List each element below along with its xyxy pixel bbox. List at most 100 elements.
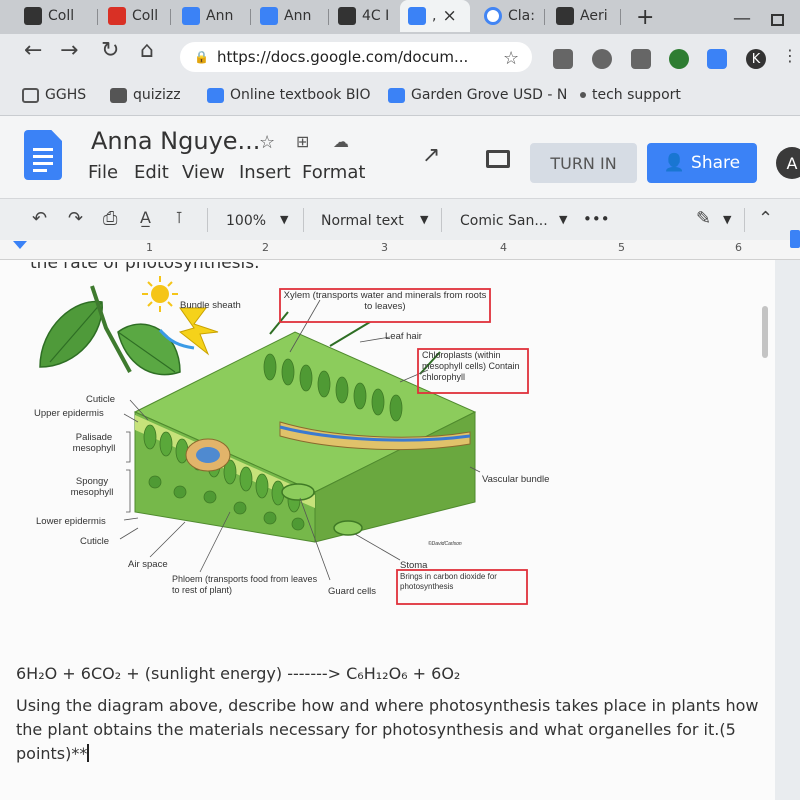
share-button[interactable]: 👤 Share: [647, 143, 757, 183]
activity-trend-icon[interactable]: ↗: [422, 143, 440, 168]
question-paragraph[interactable]: Using the diagram above, describe how an…: [16, 694, 766, 766]
label-carbon-dioxide: Brings in carbon dioxide for photosynthe…: [400, 572, 497, 591]
tab-divider: [250, 9, 251, 25]
extension-icon[interactable]: [707, 49, 727, 69]
tab-close-icon[interactable]: ×: [442, 6, 456, 26]
reload-icon[interactable]: ↻: [101, 38, 119, 63]
cloud-icon: [388, 87, 405, 103]
extension-icon[interactable]: [592, 49, 612, 69]
forward-icon[interactable]: →: [60, 38, 78, 63]
tab-favicon-icon: [108, 7, 126, 25]
chevron-down-icon[interactable]: ▼: [280, 213, 288, 226]
redo-icon[interactable]: ↷: [68, 208, 83, 229]
label-xylem: Xylem (transports water and minerals fro…: [284, 290, 487, 312]
print-icon[interactable]: ⎙: [103, 208, 117, 229]
ruler-number: 5: [618, 241, 625, 254]
pencil-edit-icon[interactable]: ✎: [696, 208, 711, 229]
bookmark-label: tech support: [592, 87, 681, 103]
spellcheck-icon[interactable]: A̲: [140, 208, 151, 227]
browser-tab-strip: Coll Coll Ann Ann 4C I , × Cla: Aeri + —: [0, 0, 800, 34]
tab-favicon-icon: [24, 7, 42, 25]
tab-label: Coll: [132, 8, 159, 24]
undo-icon[interactable]: ↶: [32, 208, 47, 229]
browser-tab[interactable]: Cla:: [476, 0, 540, 32]
ruler-number: 3: [381, 241, 388, 254]
person-icon: 👤: [663, 153, 686, 173]
back-icon[interactable]: ←: [24, 38, 42, 63]
bookmark-star-icon[interactable]: ☆: [503, 48, 519, 69]
menu-insert[interactable]: Insert: [239, 162, 291, 183]
docs-favicon-icon: [408, 7, 426, 25]
bookmark-label: Garden Grove USD - N: [411, 87, 568, 103]
menu-view[interactable]: View: [182, 162, 225, 183]
browser-tab-active[interactable]: , ×: [400, 0, 470, 32]
extension-icon[interactable]: [631, 49, 651, 69]
extension-icon[interactable]: [669, 49, 689, 69]
user-avatar[interactable]: A: [776, 147, 800, 179]
bookmark-label: quizizz: [133, 87, 181, 103]
paragraph-style-select[interactable]: Normal text: [321, 213, 404, 229]
home-icon[interactable]: ⌂: [140, 38, 154, 63]
label-leaf-hair: Leaf hair: [385, 331, 422, 342]
chevron-down-icon[interactable]: ▼: [559, 213, 567, 226]
toolbar-divider: [303, 208, 304, 232]
scrollbar-track[interactable]: [775, 260, 800, 800]
bookmark-label: GGHS: [45, 87, 87, 103]
label-vascular-bundle: Vascular bundle: [482, 474, 549, 485]
label-upper-epidermis: Upper epidermis: [34, 408, 104, 419]
tab-label: Ann: [206, 8, 234, 24]
collapse-icon[interactable]: ⌃: [758, 208, 773, 229]
scrollbar-thumb[interactable]: [762, 306, 768, 358]
menu-edit[interactable]: Edit: [134, 162, 169, 183]
browser-tab[interactable]: Aeri: [548, 0, 618, 32]
paint-format-icon[interactable]: ⊺: [175, 208, 183, 227]
star-icon[interactable]: ☆: [259, 132, 275, 153]
document-title[interactable]: Anna Nguye...: [91, 127, 260, 155]
address-bar[interactable]: 🔒 https://docs.google.com/docum...: [180, 42, 532, 72]
profile-avatar[interactable]: K: [746, 49, 766, 69]
turn-in-button[interactable]: TURN IN: [530, 143, 637, 183]
browser-tab[interactable]: 4C I: [330, 0, 398, 32]
browser-tab[interactable]: Coll: [16, 0, 96, 32]
comment-icon[interactable]: [486, 150, 510, 168]
browser-tab[interactable]: Coll: [100, 0, 168, 32]
bookmark-item[interactable]: GGHS: [22, 83, 86, 107]
ruler-number: 1: [146, 241, 153, 254]
browser-menu-icon[interactable]: ⋮: [782, 46, 798, 65]
chevron-down-icon[interactable]: ▼: [723, 213, 731, 226]
new-tab-button[interactable]: +: [636, 5, 654, 30]
tab-divider: [544, 9, 545, 25]
more-icon[interactable]: •••: [583, 210, 610, 228]
cloud-icon: [207, 87, 224, 103]
lock-icon: 🔒: [194, 50, 209, 64]
docs-favicon-icon: [260, 7, 278, 25]
minimize-icon[interactable]: —: [733, 8, 751, 29]
move-folder-icon[interactable]: ⊞: [296, 132, 309, 151]
label-cuticle-top: Cuticle: [86, 394, 115, 405]
browser-tab[interactable]: Ann: [174, 0, 248, 32]
bookmark-item[interactable]: quizizz: [110, 83, 181, 107]
menu-format[interactable]: Format: [302, 162, 365, 183]
tab-label: 4C I: [362, 8, 390, 24]
bookmark-item[interactable]: Garden Grove USD - N: [388, 83, 567, 107]
extension-icon[interactable]: [553, 49, 573, 69]
maximize-icon[interactable]: [771, 14, 784, 26]
image-credit: ©DavidCarlson: [428, 540, 462, 547]
font-select[interactable]: Comic San...: [460, 213, 548, 229]
bookmark-item[interactable]: tech support: [580, 83, 681, 107]
indent-marker-icon[interactable]: [13, 241, 27, 249]
tab-favicon-icon: [338, 7, 356, 25]
label-air-space: Air space: [128, 559, 168, 570]
browser-tab[interactable]: Ann: [252, 0, 326, 32]
tab-divider: [620, 9, 621, 25]
side-panel-toggle[interactable]: [790, 230, 800, 248]
share-label: Share: [691, 153, 741, 173]
bookmark-item[interactable]: Online textbook BIO: [207, 83, 371, 107]
docs-logo-icon[interactable]: [24, 130, 62, 180]
chevron-down-icon[interactable]: ▼: [420, 213, 428, 226]
menu-file[interactable]: File: [88, 162, 118, 183]
label-phloem: Phloem (transports food from leaves to r…: [172, 574, 317, 595]
zoom-select[interactable]: 100%: [226, 213, 266, 229]
tab-label: ,: [432, 8, 437, 24]
label-bundle-sheath: Bundle sheath: [180, 300, 241, 311]
